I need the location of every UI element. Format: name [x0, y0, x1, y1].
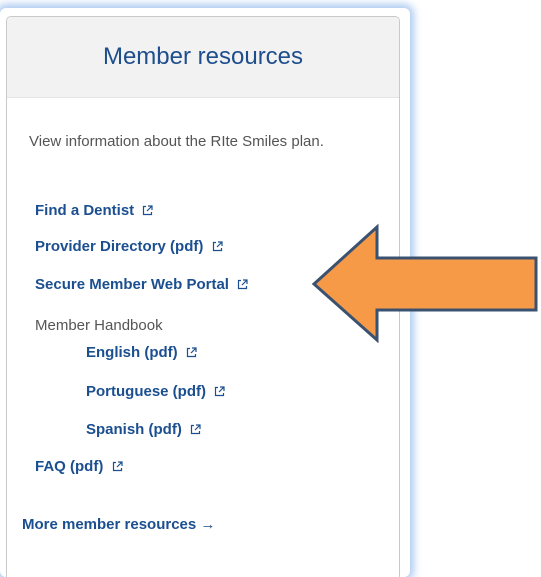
panel-header: Member resources — [7, 17, 399, 98]
provider-directory-label: Provider Directory (pdf) — [35, 238, 204, 255]
find-dentist-link[interactable]: Find a Dentist — [35, 202, 153, 219]
handbook-portuguese-label: Portuguese (pdf) — [86, 383, 206, 400]
member-handbook-label: Member Handbook — [35, 317, 163, 334]
faq-link[interactable]: FAQ (pdf) — [35, 458, 123, 475]
find-dentist-label: Find a Dentist — [35, 202, 135, 219]
handbook-english-label: English (pdf) — [86, 344, 178, 361]
external-link-icon — [215, 386, 225, 397]
external-link-icon — [238, 279, 248, 290]
panel-intro: View information about the RIte Smiles p… — [29, 133, 324, 150]
handbook-portuguese-link[interactable]: Portuguese (pdf) — [86, 383, 225, 400]
panel-body: View information about the RIte Smiles p… — [7, 129, 399, 155]
external-link-icon — [143, 205, 153, 216]
external-link-icon — [186, 347, 197, 358]
handbook-spanish-link[interactable]: Spanish (pdf) — [86, 421, 201, 438]
external-link-icon — [190, 424, 201, 435]
external-link-icon — [212, 241, 223, 252]
secure-member-portal-label: Secure Member Web Portal — [35, 276, 229, 293]
orange-left-arrow-icon — [311, 223, 538, 343]
handbook-spanish-label: Spanish (pdf) — [86, 421, 182, 438]
external-link-icon — [112, 461, 123, 472]
more-member-resources-link[interactable]: More member resources → — [22, 516, 215, 533]
provider-directory-link[interactable]: Provider Directory (pdf) — [35, 238, 223, 255]
screenshot-stage: Member resources View information about … — [0, 0, 541, 577]
panel-title: Member resources — [102, 43, 304, 70]
handbook-english-link[interactable]: English (pdf) — [86, 344, 197, 361]
faq-label: FAQ (pdf) — [35, 458, 104, 475]
secure-member-portal-link[interactable]: Secure Member Web Portal — [35, 276, 248, 293]
